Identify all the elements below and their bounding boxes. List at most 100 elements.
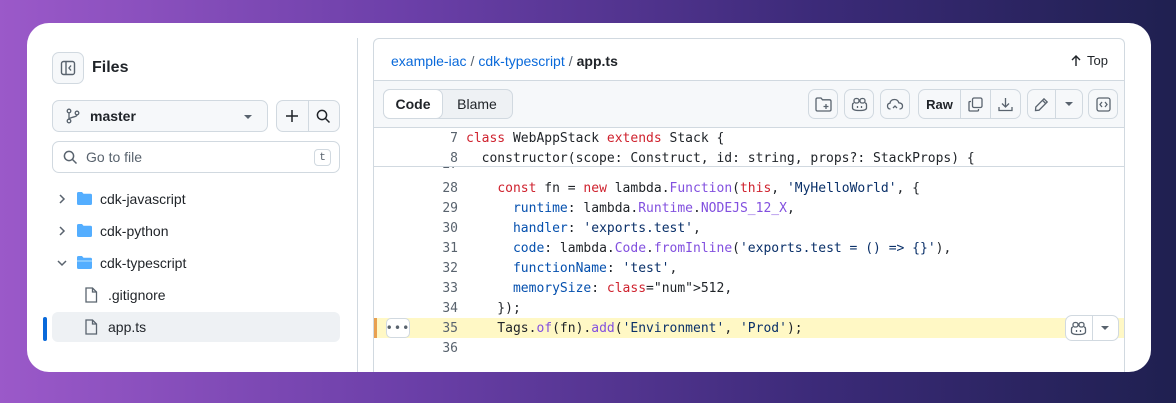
copilot-icon — [851, 97, 867, 111]
code-line: 28 const fn = new lambda.Function(this, … — [374, 178, 1124, 198]
caret-down-icon — [244, 115, 252, 119]
search-icon — [63, 150, 78, 164]
add-file-button[interactable] — [277, 101, 308, 131]
copilot-options-dropdown[interactable] — [1091, 316, 1119, 340]
code-text: code: lambda.Code.fromInline('exports.te… — [512, 240, 952, 256]
tree-item-label: cdk-python — [100, 223, 169, 239]
file-tree-sidebar: Files master Go to file t cdk-javascript… — [27, 23, 358, 372]
breadcrumb-repo-link[interactable]: example-iac — [391, 53, 466, 69]
search-files-button[interactable] — [307, 101, 340, 131]
code-line: 33 memorySize: class="num">512, — [374, 278, 1124, 298]
edit-file-button[interactable] — [1028, 90, 1055, 118]
pencil-icon — [1035, 97, 1049, 111]
folder-icon — [77, 224, 92, 237]
arrow-up-icon — [1071, 55, 1081, 66]
line-copilot-actions — [1065, 315, 1119, 341]
tab-blame[interactable]: Blame — [442, 90, 512, 118]
tab-code[interactable]: Code — [383, 89, 443, 119]
folder-icon — [77, 192, 92, 205]
sidebar-title: Files — [92, 59, 129, 76]
code-line: 34 }); — [374, 298, 1124, 318]
keyboard-shortcut-badge: t — [314, 149, 331, 166]
code-text: class WebAppStack extends Stack { — [466, 130, 725, 146]
caret-down-icon — [1065, 102, 1074, 106]
folder-open-icon — [77, 256, 92, 269]
breadcrumb-folder-link[interactable]: cdk-typescript — [478, 53, 564, 69]
tree-item-cdk-python[interactable]: cdk-python — [52, 216, 340, 246]
line-number: 36 — [442, 340, 458, 356]
view-mode-tabs: Code Blame — [383, 89, 513, 119]
tree-item-cdk-typescript[interactable]: cdk-typescript — [52, 248, 340, 278]
sticky-code-line: 7 class WebAppStack extends Stack { — [374, 128, 1124, 148]
file-icon — [85, 319, 98, 335]
tree-item-app-ts[interactable]: app.ts — [52, 312, 340, 342]
code-text: Tags.of(fn).add('Environment', 'Prod'); — [466, 320, 803, 336]
edit-group — [1027, 89, 1083, 119]
chevron-right-icon — [59, 194, 66, 204]
collapse-sidebar-button[interactable] — [52, 52, 84, 84]
folder-plus-icon — [814, 96, 832, 112]
breadcrumb-current-file: app.ts — [576, 53, 618, 69]
view-in-folder-button[interactable] — [808, 89, 838, 119]
tree-item-label: cdk-javascript — [100, 191, 186, 207]
code-text: memorySize: class="num">512, — [512, 280, 733, 296]
sticky-code-line: 8 constructor(scope: Construct, id: stri… — [374, 148, 1124, 168]
line-number: 7 — [450, 130, 458, 146]
sidebar-divider — [357, 38, 358, 372]
line-number: 33 — [442, 280, 458, 296]
file-viewer: example-iac / cdk-typescript / app.ts Top Co… — [373, 38, 1125, 372]
top-label: Top — [1087, 53, 1108, 68]
ask-copilot-button[interactable] — [1066, 316, 1092, 340]
code-square-icon — [1095, 96, 1111, 112]
line-number: 32 — [442, 260, 458, 276]
sidebar-actions — [276, 100, 340, 132]
line-number: 35 — [442, 320, 458, 336]
tree-item-cdk-javascript[interactable]: cdk-javascript — [52, 184, 340, 214]
code-text: runtime: lambda.Runtime.NODEJS_12_X, — [512, 200, 795, 216]
code-line: 32 functionName: 'test', — [374, 258, 1124, 278]
breadcrumb-separator: / — [470, 53, 475, 69]
git-branch-icon — [66, 108, 80, 124]
line-number: 8 — [450, 150, 458, 166]
code-line: 31 code: lambda.Code.fromInline('exports… — [374, 238, 1124, 258]
symbols-panel-button[interactable] — [1088, 89, 1118, 119]
file-toolbar: Code Blame Raw — [374, 80, 1124, 128]
tree-item-label: cdk-typescript — [100, 255, 187, 271]
back-to-top-link[interactable]: Top — [1070, 53, 1108, 68]
plus-icon — [286, 110, 299, 122]
copy-icon — [968, 96, 983, 112]
download-button[interactable] — [990, 90, 1020, 118]
branch-selector[interactable]: master — [52, 100, 268, 132]
go-to-file-input[interactable] — [86, 149, 286, 165]
breadcrumb: example-iac / cdk-typescript / app.ts — [391, 53, 618, 69]
tree-item-label: .gitignore — [108, 287, 166, 303]
chevron-right-icon — [59, 226, 66, 236]
chevron-down-icon — [57, 260, 67, 267]
raw-button[interactable]: Raw — [919, 90, 960, 118]
code-text: const fn = new lambda.Function(this, 'My… — [497, 180, 921, 196]
copilot-button[interactable] — [844, 89, 874, 119]
line-number: 31 — [442, 240, 458, 256]
app-window: Files master Go to file t cdk-javascript… — [27, 23, 1151, 372]
edit-options-dropdown[interactable] — [1055, 90, 1082, 118]
raw-copy-download-group: Raw — [918, 89, 1021, 119]
code-spaces-button[interactable] — [880, 89, 910, 119]
selected-indicator — [43, 317, 47, 341]
copy-raw-button[interactable] — [960, 90, 990, 118]
line-number: 27 — [374, 167, 458, 172]
code-text: functionName: 'test', — [512, 260, 678, 276]
line-number: 30 — [442, 220, 458, 236]
code-text: handler: 'exports.test', — [512, 220, 701, 236]
tree-item-gitignore[interactable]: .gitignore — [52, 280, 340, 310]
line-number: 34 — [442, 300, 458, 316]
code-text: }); — [466, 300, 521, 316]
code-view: 7 class WebAppStack extends Stack { 8 co… — [374, 128, 1124, 372]
line-number: 28 — [442, 180, 458, 196]
tree-item-label: app.ts — [108, 319, 147, 335]
copilot-icon — [1071, 321, 1087, 335]
raw-label: Raw — [926, 96, 953, 112]
search-icon — [316, 109, 331, 123]
highlighted-code-line[interactable]: ••• 35 Tags.of(fn).add('Environment', 'P… — [374, 318, 1124, 338]
line-number: 29 — [442, 200, 458, 216]
branch-name: master — [90, 108, 136, 124]
